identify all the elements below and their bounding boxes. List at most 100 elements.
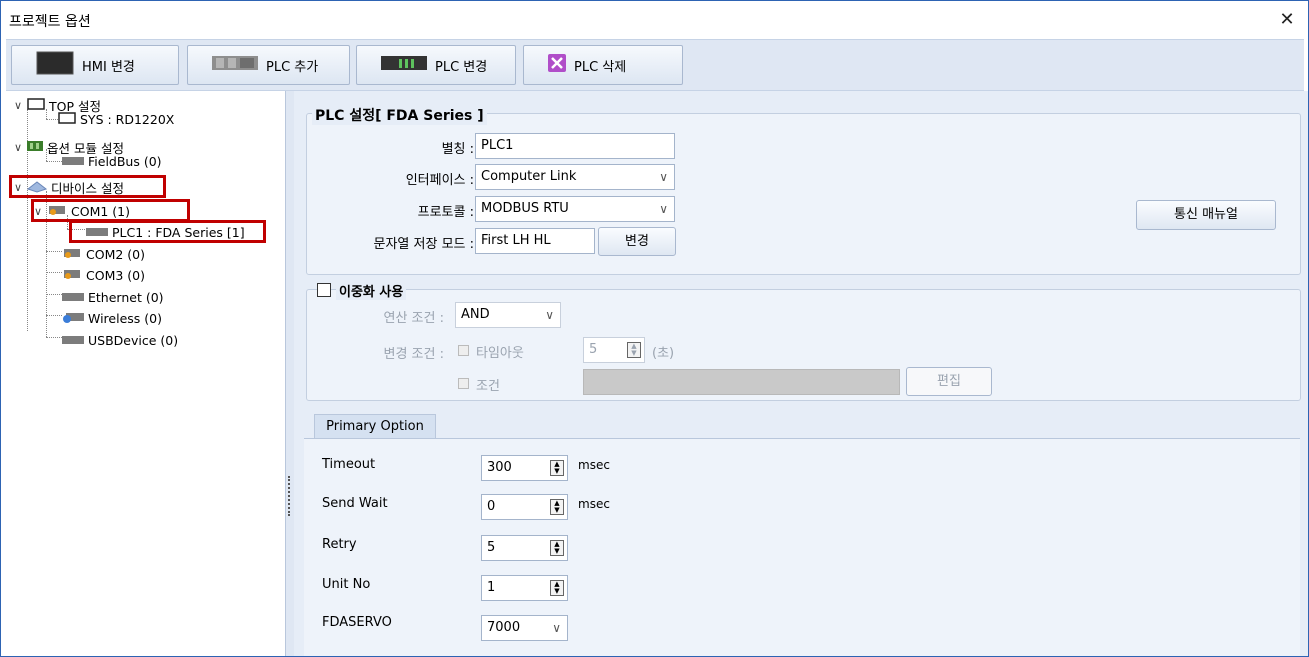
splitter[interactable]: [286, 91, 294, 656]
primary-option-panel: [304, 438, 1300, 656]
settings-panel: PLC 설정[ FDA Series ] 별칭 : PLC1 인터페이스 : C…: [294, 91, 1308, 656]
tree-label-sys: SYS : RD1220X: [80, 111, 175, 127]
alias-input[interactable]: PLC1: [475, 133, 675, 159]
plc-rack-icon: [381, 54, 427, 76]
delete-icon: [548, 54, 566, 76]
wireless-icon: [62, 311, 84, 326]
window-title: 프로젝트 옵션: [9, 14, 91, 30]
unit-no-spinner[interactable]: 1 ▲ ▼: [481, 575, 568, 601]
plc-add-button[interactable]: PLC 추가: [187, 45, 350, 85]
tree-node-usbdevice[interactable]: USBDevice (0): [62, 330, 178, 350]
spin-arrows-icon[interactable]: ▲ ▼: [550, 580, 564, 596]
plc-change-button[interactable]: PLC 변경: [356, 45, 516, 85]
retry-spinner[interactable]: 5 ▲ ▼: [481, 535, 568, 561]
alias-label: 별칭 :: [441, 142, 474, 157]
send-wait-label: Send Wait: [322, 496, 388, 511]
timeout-unit: (초): [652, 346, 675, 361]
condition-checkbox: [458, 378, 469, 389]
comm-manual-button[interactable]: 통신 매뉴얼: [1136, 200, 1276, 230]
tree-node-com2[interactable]: COM2 (0): [62, 244, 145, 264]
plc-add-label: PLC 추가: [266, 59, 319, 75]
fieldbus-icon: [62, 154, 84, 169]
op-condition-value: AND: [461, 307, 490, 322]
fdaservo-value: 7000: [487, 620, 521, 635]
redundancy-title: 이중화 사용: [336, 281, 407, 300]
serial-port-icon: [62, 247, 82, 262]
plc-change-label: PLC 변경: [435, 59, 488, 75]
plc-module-icon: [212, 54, 258, 76]
device-tree-panel: ∨ TOP 설정 SYS : RD1220X ∨ 옵션 모듈 설정 FieldB…: [6, 91, 286, 656]
serial-port-icon: [62, 268, 82, 283]
hmi-change-button[interactable]: HMI 변경: [11, 45, 179, 85]
spin-arrows-icon: ▲ ▼: [627, 342, 641, 358]
tree-node-com3[interactable]: COM3 (0): [62, 265, 145, 285]
spin-arrows-icon[interactable]: ▲ ▼: [550, 540, 564, 556]
send-wait-value: 0: [487, 499, 496, 514]
ethernet-icon: [62, 290, 84, 305]
string-mode-input: First LH HL: [475, 228, 595, 254]
plc-settings-title: PLC 설정[ FDA Series ]: [312, 105, 487, 125]
spin-arrows-icon[interactable]: ▲ ▼: [550, 499, 564, 515]
chevron-down-icon: ∨: [545, 308, 554, 322]
interface-value: Computer Link: [481, 169, 577, 184]
highlight-com1: [31, 199, 190, 222]
chevron-down-icon: ∨: [659, 170, 668, 184]
change-condition-label: 변경 조건 :: [383, 347, 445, 362]
string-mode-change-button[interactable]: 변경: [598, 227, 676, 256]
op-condition-label: 연산 조건 :: [383, 311, 445, 326]
plc-delete-button[interactable]: PLC 삭제: [523, 45, 683, 85]
tree-label-usbdevice: USBDevice (0): [88, 332, 179, 348]
chevron-down-icon[interactable]: ∨: [12, 141, 24, 154]
interface-label: 인터페이스 :: [405, 173, 474, 188]
redundancy-timeout-value: 5: [589, 342, 598, 357]
chevron-down-icon: ∨: [552, 621, 561, 635]
tree-label-fieldbus: FieldBus (0): [88, 153, 162, 169]
send-wait-unit-label: msec: [578, 497, 610, 511]
highlight-device: [9, 175, 166, 198]
highlight-plc1: [69, 220, 266, 243]
timeout-unit-label: msec: [578, 458, 610, 472]
timeout-label: Timeout: [322, 457, 376, 472]
send-wait-spinner[interactable]: 0 ▲ ▼: [481, 494, 568, 520]
chevron-down-icon[interactable]: ∨: [12, 99, 24, 112]
string-mode-label: 문자열 저장 모드 :: [373, 237, 475, 252]
timeout-spinner[interactable]: 300 ▲ ▼: [481, 455, 568, 481]
monitor-icon: [27, 97, 45, 113]
tree-label-wireless: Wireless (0): [88, 310, 162, 326]
condition-check-label: 조건: [476, 379, 500, 394]
condition-field: [583, 369, 900, 395]
interface-select[interactable]: Computer Link ∨: [475, 164, 675, 190]
tab-primary-option[interactable]: Primary Option: [314, 414, 436, 439]
retry-value: 5: [487, 540, 496, 555]
close-icon[interactable]: ✕: [1276, 9, 1298, 31]
title-bar: 프로젝트 옵션 ✕: [1, 1, 1308, 39]
tree-node-wireless[interactable]: Wireless (0): [62, 308, 162, 328]
tree-node-sys[interactable]: SYS : RD1220X: [46, 109, 174, 129]
unit-no-value: 1: [487, 580, 496, 595]
plc-delete-label: PLC 삭제: [574, 59, 627, 75]
project-options-window: 프로젝트 옵션 ✕ HMI 변경 PLC 추가 PLC 변경 PLC 삭제 ∨ …: [0, 0, 1309, 657]
usb-device-icon: [62, 333, 84, 348]
hmi-change-label: HMI 변경: [82, 59, 135, 75]
redundancy-checkbox[interactable]: [317, 283, 331, 297]
monitor-icon: [58, 111, 76, 127]
spin-arrows-icon[interactable]: ▲ ▼: [550, 460, 564, 476]
timeout-checkbox: [458, 345, 469, 356]
hmi-icon: [36, 51, 74, 79]
timeout-check-label: 타임아웃: [476, 346, 524, 361]
tree-label-com2: COM2 (0): [86, 246, 145, 262]
tree-node-ethernet[interactable]: Ethernet (0): [62, 287, 164, 307]
op-condition-select: AND ∨: [455, 302, 561, 328]
splitter-grip[interactable]: [288, 476, 291, 516]
protocol-value: MODBUS RTU: [481, 201, 569, 216]
fdaservo-select[interactable]: 7000 ∨: [481, 615, 568, 641]
fdaservo-label: FDASERVO: [322, 615, 392, 630]
protocol-label: 프로토콜 :: [417, 205, 474, 220]
module-board-icon: [27, 140, 43, 155]
tree-label-com3: COM3 (0): [86, 267, 145, 283]
unit-no-label: Unit No: [322, 577, 371, 592]
retry-label: Retry: [322, 537, 357, 552]
condition-edit-button: 편집: [906, 367, 992, 396]
tree-node-fieldbus[interactable]: FieldBus (0): [62, 151, 162, 171]
protocol-select[interactable]: MODBUS RTU ∨: [475, 196, 675, 222]
